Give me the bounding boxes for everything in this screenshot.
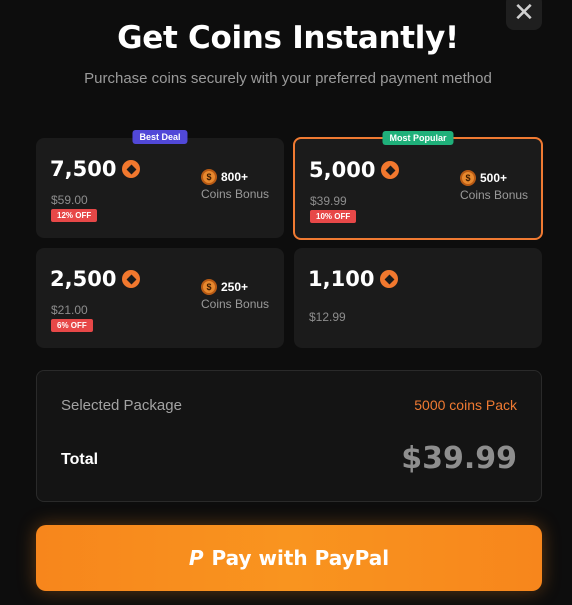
dialog-title: Get Coins Instantly! <box>117 20 459 56</box>
package-amount: 7,500 <box>50 157 141 181</box>
package-price: $12.99 <box>309 310 346 324</box>
bonus-coin-icon: $ <box>460 170 476 186</box>
pay-button-label: Pay with PayPal <box>211 546 390 570</box>
bonus-label: Coins Bonus <box>460 188 529 202</box>
bonus-coin-icon: $ <box>201 279 217 295</box>
bonus-info: $ 800+ Coins Bonus <box>201 169 269 201</box>
discount-badge: 6% OFF <box>51 319 93 332</box>
bonus-info: $ 500+ Coins Bonus <box>460 170 528 202</box>
coin-icon <box>381 161 400 179</box>
package-price: $21.00 <box>51 303 88 317</box>
discount-badge: 12% OFF <box>51 209 98 222</box>
amount-text: 7,500 <box>50 157 117 181</box>
package-card-1100[interactable]: 1,100 $12.99 <box>294 248 542 348</box>
amount-text: 1,100 <box>308 267 375 291</box>
total-value: $39.99 <box>401 441 517 476</box>
dialog-subtitle: Purchase coins securely with your prefer… <box>84 70 492 87</box>
package-amount: 5,000 <box>309 158 400 182</box>
selected-package-label: Selected Package <box>61 397 182 414</box>
bonus-label: Coins Bonus <box>201 297 270 311</box>
bonus-label: Coins Bonus <box>201 187 270 201</box>
total-label: Total <box>61 451 99 468</box>
package-amount: 2,500 <box>50 267 141 291</box>
bonus-info: $ 250+ Coins Bonus <box>201 279 269 311</box>
pay-with-paypal-button[interactable]: P Pay with PayPal <box>36 525 542 591</box>
discount-badge: 10% OFF <box>310 210 357 223</box>
coin-icon <box>122 270 141 288</box>
package-price: $59.00 <box>51 193 88 207</box>
coin-icon <box>380 270 399 288</box>
order-summary: Selected Package 5000 coins Pack Total $… <box>36 370 542 502</box>
best-deal-badge: Best Deal <box>132 130 188 144</box>
package-amount: 1,100 <box>308 267 399 291</box>
amount-text: 5,000 <box>309 158 376 182</box>
package-card-7500[interactable]: Best Deal 7,500 $59.00 12% OFF $ 800+ Co… <box>36 130 284 238</box>
package-price: $39.99 <box>310 194 347 208</box>
amount-text: 2,500 <box>50 267 117 291</box>
package-card-5000[interactable]: Most Popular 5,000 $39.99 10% OFF $ 500+… <box>293 131 543 240</box>
paypal-icon: P <box>188 546 204 570</box>
coin-icon <box>122 160 141 178</box>
bonus-coin-icon: $ <box>201 169 217 185</box>
package-card-2500[interactable]: 2,500 $21.00 6% OFF $ 250+ Coins Bonus <box>36 248 284 348</box>
most-popular-badge: Most Popular <box>382 131 454 145</box>
selected-package-value: 5000 coins Pack <box>414 397 517 413</box>
bonus-count: 500+ <box>480 171 508 185</box>
bonus-count: 250+ <box>221 280 249 294</box>
bonus-count: 800+ <box>221 170 249 184</box>
